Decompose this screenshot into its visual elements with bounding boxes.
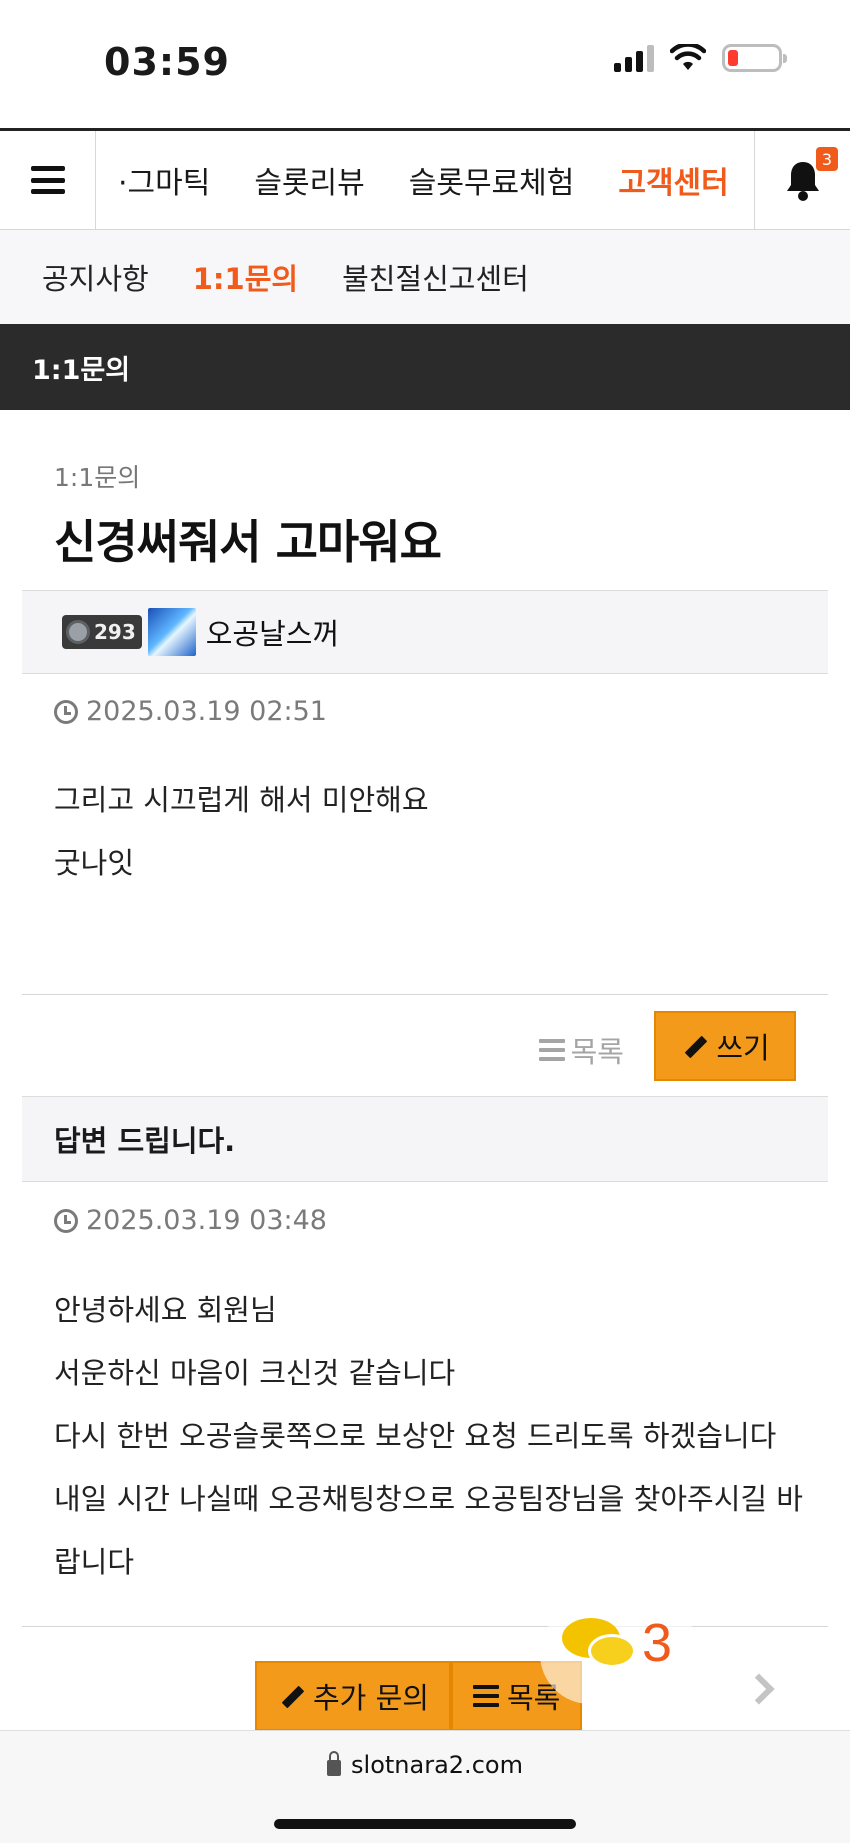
subnav-item-notice[interactable]: 공지사항 <box>42 256 149 298</box>
lock-icon <box>327 1751 342 1776</box>
clock-icon <box>54 699 78 724</box>
post-category: 1:1문의 <box>54 463 141 492</box>
cellular-signal-icon <box>614 44 654 72</box>
battery-icon <box>722 44 787 72</box>
status-bar: 03:59 <box>0 0 850 128</box>
pencil-icon <box>277 1682 305 1710</box>
nav-item-free-trial[interactable]: 슬롯무료체험 <box>409 158 575 202</box>
post-date-text: 2025.03.19 02:51 <box>86 696 327 727</box>
nav-item-customer-center[interactable]: 고객센터 <box>618 158 728 202</box>
wifi-icon <box>670 44 706 70</box>
status-time: 03:59 <box>104 40 230 84</box>
answer-header: 답변 드립니다. <box>22 1096 828 1182</box>
add-inquiry-label: 추가 문의 <box>313 1681 429 1715</box>
post-date: 2025.03.19 02:51 <box>54 696 327 727</box>
add-inquiry-button[interactable]: 추가 문의 <box>255 1661 451 1731</box>
write-button-label: 쓰기 <box>716 1031 770 1065</box>
menu-button[interactable] <box>0 131 96 229</box>
level-number: 293 <box>94 620 136 644</box>
answer-body-line: 다시 한번 오공슬롯쪽으로 보상안 요청 드리도록 하겠습니다 <box>54 1419 777 1453</box>
author-bar: 293 오공날스꺼 <box>22 590 828 674</box>
post-body-line: 굿나잇 <box>54 846 135 880</box>
level-gear-icon <box>66 620 90 644</box>
pencil-icon <box>680 1032 708 1060</box>
home-indicator[interactable] <box>274 1819 576 1829</box>
notification-button[interactable]: 3 <box>754 131 850 229</box>
status-icons <box>614 44 787 72</box>
sub-navigation: 공지사항 1:1문의 불친절신고센터 <box>0 230 850 324</box>
next-chevron-icon[interactable] <box>743 1673 775 1705</box>
hamburger-icon <box>30 166 65 194</box>
address-bar[interactable]: slotnara2.com <box>0 1751 850 1779</box>
answer-body-line: 랍니다 <box>54 1545 135 1579</box>
top-navigation: ·그마틱 슬롯리뷰 슬롯무료체험 고객센터 3 <box>0 128 850 230</box>
answer-body-line: 내일 시간 나실때 오공채팅창으로 오공팀장님을 찾아주시길 바 <box>54 1482 803 1516</box>
chat-count: 3 <box>642 1613 673 1673</box>
list-icon <box>538 1039 565 1061</box>
answer-body-line: 안녕하세요 회원님 <box>54 1293 277 1327</box>
browser-bar: slotnara2.com <box>0 1730 850 1843</box>
divider <box>22 1626 828 1627</box>
avatar[interactable] <box>147 608 196 656</box>
section-header: 1:1문의 <box>0 324 850 410</box>
notification-badge: 3 <box>816 147 838 171</box>
divider <box>22 994 828 995</box>
nav-item-slot-review[interactable]: 슬롯리뷰 <box>254 158 364 202</box>
answer-date: 2025.03.19 03:48 <box>54 1205 327 1236</box>
post-title: 신경써줘서 고마워요 <box>54 515 442 569</box>
post-actions: 목록 쓰기 <box>0 1011 850 1097</box>
answer-body: 안녕하세요 회원님 서운하신 마음이 크신것 같습니다 다시 한번 오공슬롯쪽으… <box>54 1279 803 1594</box>
subnav-item-complaint[interactable]: 불친절신고센터 <box>342 256 529 298</box>
write-button[interactable]: 쓰기 <box>654 1011 796 1081</box>
answer-date-text: 2025.03.19 03:48 <box>86 1205 327 1236</box>
list-link-label: 목록 <box>570 1035 624 1069</box>
post-body: 그리고 시끄럽게 해서 미안해요 굿나잇 <box>54 769 429 895</box>
subnav-item-inquiry[interactable]: 1:1문의 <box>193 256 298 298</box>
url-text: slotnara2.com <box>351 1751 523 1779</box>
clock-icon <box>54 1208 78 1233</box>
bottom-actions: 추가 문의 목록 <box>255 1661 583 1731</box>
answer-body-line: 서운하신 마음이 크신것 같습니다 <box>54 1356 456 1390</box>
level-badge: 293 <box>62 615 142 649</box>
list-icon <box>472 1685 499 1707</box>
post-body-line: 그리고 시끄럽게 해서 미안해요 <box>54 783 429 817</box>
author-name[interactable]: 오공날스꺼 <box>206 611 339 653</box>
chat-bubble-icon[interactable] <box>560 1618 640 1674</box>
list-link[interactable]: 목록 <box>538 1029 624 1071</box>
nav-item-pragmatic[interactable]: ·그마틱 <box>118 158 210 202</box>
nav-items: ·그마틱 슬롯리뷰 슬롯무료체험 고객센터 <box>96 131 754 229</box>
